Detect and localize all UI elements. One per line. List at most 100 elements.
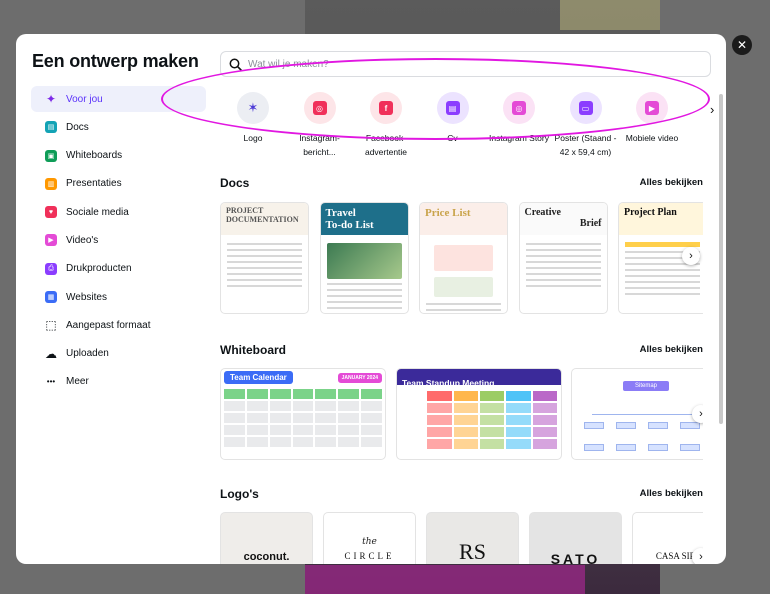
template-line: [227, 261, 302, 263]
template-subtitle: To-do List: [325, 219, 374, 232]
browser-icon: ▦: [45, 291, 57, 304]
whiteboard-next-icon[interactable]: ›: [692, 405, 703, 423]
sidebar-item-label: Meer: [66, 376, 89, 388]
template-header: Project Plan: [619, 203, 703, 235]
template-subtitle: Brief: [579, 218, 602, 229]
background-shape: [305, 565, 585, 594]
template-title: Team Standup Meeting: [402, 378, 495, 388]
scrollbar[interactable]: [719, 94, 723, 424]
template-line: [227, 249, 302, 251]
doc-template-card[interactable]: Creative Brief: [518, 202, 608, 314]
sidebar-item-meer[interactable]: ••• Meer: [31, 369, 206, 395]
printer-icon: ⎙: [45, 262, 57, 275]
sparkle-icon: ✦: [45, 92, 57, 106]
logo-text: RS: [459, 539, 486, 564]
sidebar-item-whiteboards[interactable]: ▣ Whiteboards: [31, 143, 206, 169]
carousel-next-icon[interactable]: ›: [710, 102, 714, 117]
sidebar-item-websites[interactable]: ▦ Websites: [31, 284, 206, 310]
template-line: [326, 283, 402, 285]
whiteboard-icon: ▣: [45, 149, 57, 162]
sidebar-item-presentaties[interactable]: ▥ Presentaties: [31, 171, 206, 197]
sidebar-item-label: Sociale media: [66, 206, 129, 218]
logos-see-all-link[interactable]: Alles bekijken: [640, 488, 703, 499]
sidebar-item-uploaden[interactable]: ☁ Uploaden: [31, 341, 206, 367]
docs-icon: ▤: [45, 121, 57, 134]
template-line: [625, 293, 700, 295]
template-line: [227, 285, 302, 287]
template-line: [525, 255, 601, 257]
template-line: [327, 313, 402, 314]
template-grid: [221, 386, 385, 450]
doc-template-card[interactable]: Travel To-do List: [319, 202, 409, 314]
logo-template-card[interactable]: the CIRCLE: [323, 512, 416, 564]
template-body: [619, 235, 703, 295]
sidebar-item-label: Websites: [66, 291, 107, 303]
docs-next-icon[interactable]: ›: [682, 247, 700, 265]
sidebar-item-label: Uploaden: [66, 348, 109, 360]
template-line: [525, 243, 601, 245]
template-header: PROJECT DOCUMENTATION: [221, 203, 308, 235]
docs-see-all-link[interactable]: Alles bekijken: [640, 177, 703, 188]
sidebar-item-label: Presentaties: [66, 178, 122, 190]
sidebar-item-label: Whiteboards: [66, 150, 123, 162]
whiteboard-template-card[interactable]: Team Calendar JANUARY 2024: [220, 368, 386, 460]
custom-size-icon: ⬚: [45, 318, 57, 333]
logo-text: SATO: [550, 551, 601, 564]
template-body: [221, 235, 308, 287]
template-line: [525, 285, 601, 287]
logo-text: coconut.: [243, 551, 290, 563]
template-line: [227, 279, 302, 281]
sidebar-item-sociale-media[interactable]: ♥ Sociale media: [31, 199, 206, 225]
template-line: [525, 261, 601, 263]
doc-template-card[interactable]: PROJECT DOCUMENTATION: [220, 202, 309, 314]
logos-section-title: Logo's: [220, 487, 259, 501]
design-type-label: Mobiele video: [625, 133, 679, 143]
sidebar-item-label: Voor jou: [66, 93, 103, 105]
doc-template-card[interactable]: Price List: [419, 202, 508, 314]
highlight-ellipse: [161, 58, 710, 140]
docs-row: PROJECT DOCUMENTATION Travel To-do List Pric…: [220, 202, 703, 320]
whiteboard-see-all-link[interactable]: Alles bekijken: [640, 344, 703, 355]
video-icon: ▶: [45, 234, 57, 247]
template-badge: JANUARY 2024: [337, 372, 382, 383]
modal-title: Een ontwerp maken: [32, 51, 199, 71]
template-line: [426, 309, 501, 311]
template-title: Project Plan: [624, 207, 677, 218]
template-line: [326, 295, 402, 297]
template-line: [326, 301, 402, 303]
whiteboard-template-card[interactable]: Sitemap: [571, 368, 703, 460]
sidebar-nav: ✦ Voor jou ▤ Docs ▣ Whiteboards ▥ Presentaties ♥…: [31, 86, 206, 397]
logo-template-card[interactable]: SATO: [529, 512, 622, 564]
whiteboard-row: Team Calendar JANUARY 2024 Team Standup Me…: [220, 368, 703, 462]
logo-template-card[interactable]: coconut.: [220, 512, 313, 564]
design-type-label: Logo: [243, 133, 263, 143]
template-line: [227, 267, 302, 269]
template-line: [625, 269, 700, 271]
logos-row: coconut. the CIRCLE RS SATO CASA SIRE ›: [220, 512, 703, 564]
template-grid: [397, 385, 561, 455]
close-button[interactable]: ✕: [732, 35, 752, 55]
logo-template-card[interactable]: RS: [426, 512, 519, 564]
sidebar-item-docs[interactable]: ▤ Docs: [31, 114, 206, 140]
sidebar-item-label: Drukproducten: [66, 263, 132, 275]
sidebar-item-video-s[interactable]: ▶ Video's: [31, 227, 206, 253]
template-header: Travel To-do List: [320, 203, 408, 235]
template-line: [227, 243, 302, 245]
template-line: [227, 273, 302, 275]
sidebar-item-drukproducten[interactable]: ⎙ Drukproducten: [31, 256, 206, 282]
logos-next-icon[interactable]: ›: [692, 548, 703, 564]
background-sticky-note: [560, 0, 660, 30]
sidebar-item-label: Docs: [66, 121, 89, 133]
template-title: Creative: [524, 207, 561, 218]
template-line: [625, 287, 700, 289]
presentation-icon: ▥: [45, 177, 57, 190]
template-line: [525, 267, 601, 269]
template-title: Price List: [425, 207, 471, 219]
template-body: [420, 235, 507, 313]
template-header: Sitemap: [572, 369, 703, 392]
whiteboard-section-title: Whiteboard: [220, 343, 286, 357]
sidebar-item-aangepast-formaat[interactable]: ⬚ Aangepast formaat: [31, 312, 206, 338]
whiteboard-template-card[interactable]: Team Standup Meeting: [396, 368, 562, 460]
template-line: [625, 281, 700, 283]
template-header: Team Calendar JANUARY 2024: [221, 369, 385, 386]
